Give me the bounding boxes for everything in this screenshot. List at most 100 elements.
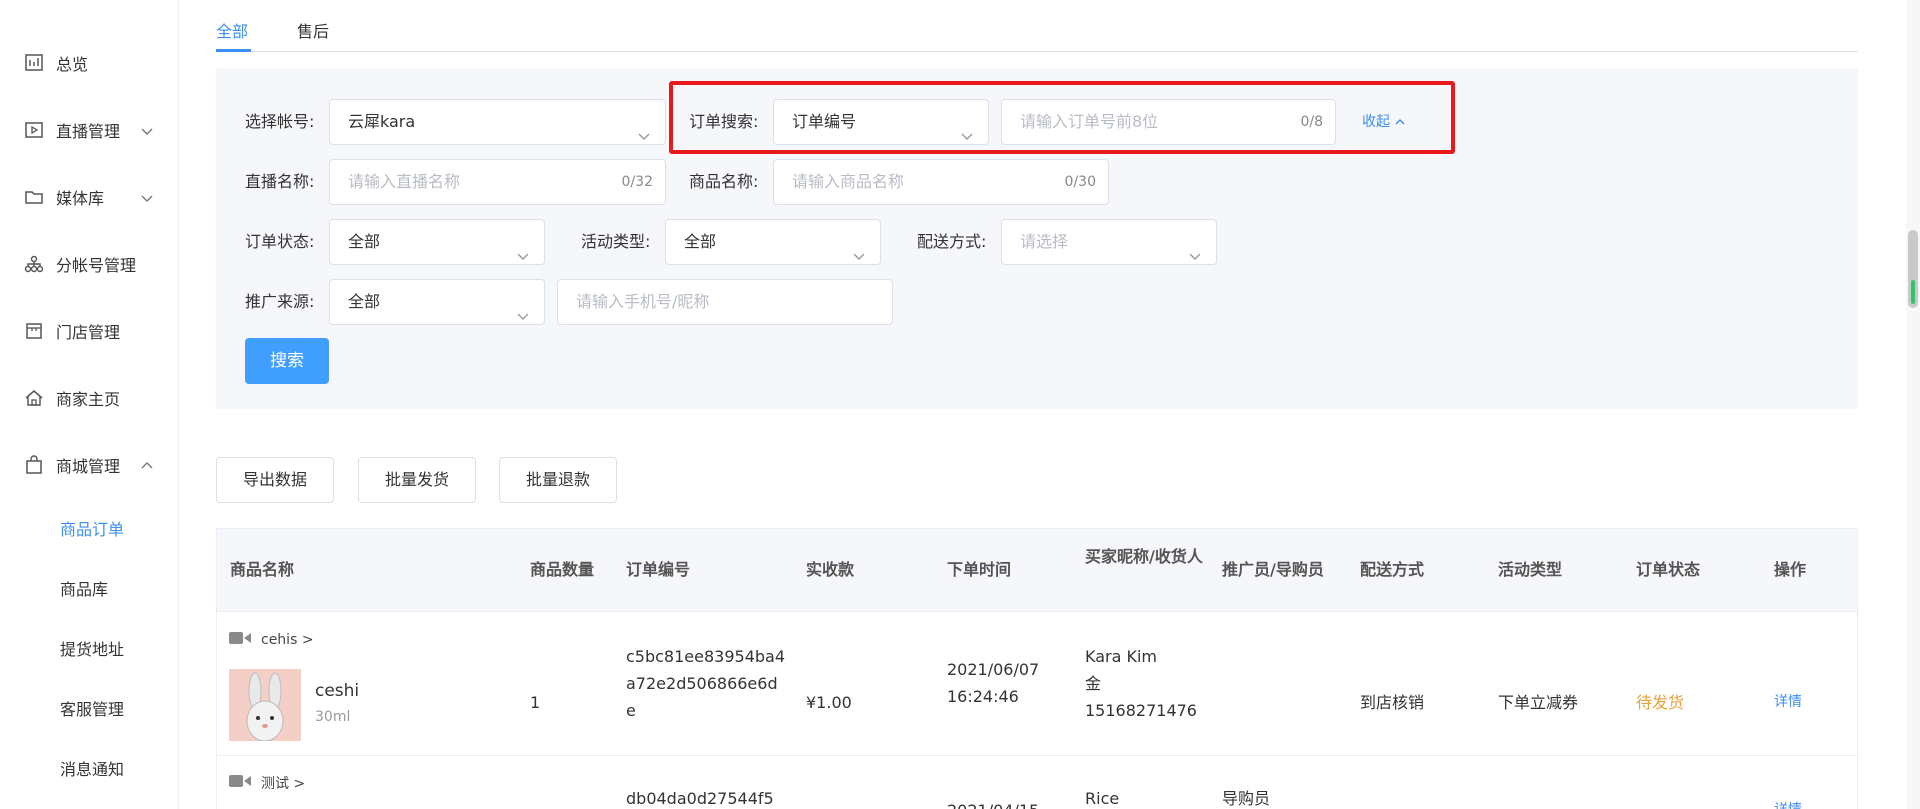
chevron-down-icon bbox=[852, 236, 866, 260]
sidebar-item-label: 商城管理 bbox=[56, 457, 121, 476]
account-select-value: 云犀kara bbox=[348, 112, 416, 131]
product-name-input[interactable]: 请输入商品名称 0/30 bbox=[773, 159, 1109, 205]
delivery-method-select[interactable]: 请选择 bbox=[1001, 219, 1217, 265]
batch-refund-button[interactable]: 批量退款 bbox=[499, 457, 617, 503]
live-session-name: 测试 > bbox=[261, 776, 306, 792]
col-header-amount: 实收款 bbox=[806, 560, 855, 579]
delivery-method-label: 配送方式: bbox=[917, 232, 987, 251]
tab-after-sales[interactable]: 售后 bbox=[297, 18, 329, 42]
sidebar-item-media[interactable]: 媒体库 bbox=[24, 182, 164, 212]
product-name-counter: 0/30 bbox=[1064, 174, 1096, 190]
product-name-placeholder: 请输入商品名称 bbox=[792, 172, 905, 191]
live-session-link[interactable]: 测试 > bbox=[229, 773, 305, 793]
buyer-info: Kara Kim 金 15168271476 bbox=[1085, 643, 1197, 724]
order-time: 2021/06/07 16:24:46 bbox=[947, 656, 1039, 710]
order-id-line: e bbox=[626, 701, 636, 720]
chevron-down-icon bbox=[140, 190, 154, 204]
buyer-phone: 15168271476 bbox=[1085, 701, 1197, 720]
chevron-down-icon bbox=[516, 236, 530, 260]
row-divider bbox=[217, 755, 1857, 756]
sidebar: 总览 直播管理 媒体库 分帐号管理 门店管理 商家主页 商城管理 商品订单 商品… bbox=[0, 0, 179, 809]
promoter: 导购员 bbox=[1222, 789, 1271, 808]
col-header-buyer: 买家昵称/收货人 bbox=[1085, 547, 1203, 566]
col-header-activity: 活动类型 bbox=[1498, 560, 1563, 579]
live-name-counter: 0/32 bbox=[621, 174, 653, 190]
home-icon bbox=[24, 388, 44, 408]
scroll-indicator bbox=[1911, 280, 1915, 304]
export-data-button[interactable]: 导出数据 bbox=[216, 457, 334, 503]
sidebar-item-mall[interactable]: 商城管理 bbox=[24, 450, 164, 480]
order-date: 2021/06/07 bbox=[947, 660, 1040, 679]
col-header-product-name: 商品名称 bbox=[230, 560, 295, 579]
col-header-delivery: 配送方式 bbox=[1360, 560, 1425, 579]
activity-type-select[interactable]: 全部 bbox=[665, 219, 881, 265]
video-camera-icon bbox=[229, 631, 251, 649]
order-id-line: a72e2d506866e6d bbox=[626, 674, 778, 693]
product-thumbnail bbox=[229, 669, 301, 741]
product-name-label: 商品名称: bbox=[689, 172, 759, 191]
sidebar-subitem-customer-service[interactable]: 客服管理 bbox=[60, 698, 124, 722]
order-id-line: c5bc81ee83954ba4 bbox=[626, 647, 786, 666]
store-icon bbox=[24, 321, 44, 341]
sidebar-item-label: 直播管理 bbox=[56, 122, 121, 141]
video-play-icon bbox=[24, 120, 44, 140]
order-status-label: 订单状态: bbox=[245, 232, 315, 251]
batch-ship-button[interactable]: 批量发货 bbox=[358, 457, 476, 503]
order-id: db04da0d27544f5 bbox=[626, 789, 774, 808]
live-name-label: 直播名称: bbox=[245, 172, 315, 191]
video-camera-icon bbox=[229, 774, 251, 792]
col-header-order-time: 下单时间 bbox=[947, 560, 1012, 579]
col-header-actions: 操作 bbox=[1774, 560, 1807, 579]
delivery-method-placeholder: 请选择 bbox=[1020, 232, 1069, 251]
activity-type-value: 全部 bbox=[684, 232, 717, 251]
sidebar-subitem-pickup-address[interactable]: 提货地址 bbox=[60, 638, 124, 662]
sidebar-subitem-notifications[interactable]: 消息通知 bbox=[60, 758, 124, 782]
sidebar-item-label: 总览 bbox=[56, 55, 89, 74]
sidebar-item-label: 门店管理 bbox=[56, 323, 121, 342]
product-quantity: 1 bbox=[530, 693, 541, 712]
account-select[interactable]: 云犀kara bbox=[329, 99, 666, 145]
live-session-name: cehis > bbox=[261, 632, 314, 648]
sidebar-item-sub-accounts[interactable]: 分帐号管理 bbox=[24, 249, 136, 279]
search-button[interactable]: 搜索 bbox=[245, 338, 329, 384]
sidebar-item-label: 分帐号管理 bbox=[56, 256, 137, 275]
phone-nickname-placeholder: 请输入手机号/昵称 bbox=[576, 292, 710, 311]
col-header-quantity: 商品数量 bbox=[530, 560, 595, 579]
chart-icon bbox=[24, 53, 44, 73]
sidebar-item-stores[interactable]: 门店管理 bbox=[24, 316, 120, 346]
col-header-status: 订单状态 bbox=[1636, 560, 1701, 579]
active-tab-indicator bbox=[216, 49, 251, 52]
col-header-promoter: 推广员/导购员 bbox=[1222, 560, 1324, 579]
shopping-bag-icon bbox=[24, 455, 44, 475]
phone-nickname-input[interactable]: 请输入手机号/昵称 bbox=[557, 279, 893, 325]
delivery-method: 到店核销 bbox=[1360, 693, 1425, 712]
highlight-box bbox=[669, 81, 1455, 154]
order-date: 2021/04/15 bbox=[947, 797, 1039, 809]
status-badge: 待发货 bbox=[1636, 693, 1685, 712]
order-tabs: 全部 售后 bbox=[216, 0, 1858, 52]
product-spec: 30ml bbox=[315, 709, 351, 725]
sidebar-subitem-product-library[interactable]: 商品库 bbox=[60, 578, 108, 602]
scrollbar-track[interactable] bbox=[1906, 0, 1920, 809]
sidebar-subitem-product-orders[interactable]: 商品订单 bbox=[60, 518, 124, 542]
org-tree-icon bbox=[24, 254, 44, 274]
tab-all[interactable]: 全部 bbox=[216, 18, 248, 42]
promo-source-select[interactable]: 全部 bbox=[329, 279, 545, 325]
live-session-link[interactable]: cehis > bbox=[229, 631, 314, 649]
promo-source-label: 推广来源: bbox=[245, 292, 315, 311]
sidebar-item-live[interactable]: 直播管理 bbox=[24, 115, 164, 145]
live-name-input[interactable]: 请输入直播名称 0/32 bbox=[329, 159, 666, 205]
sidebar-item-merchant-home[interactable]: 商家主页 bbox=[24, 383, 120, 413]
rabbit-image bbox=[229, 669, 301, 741]
chevron-down-icon bbox=[637, 116, 651, 140]
activity-type: 下单立减券 bbox=[1498, 693, 1579, 712]
activity-type-label: 活动类型: bbox=[581, 232, 651, 251]
details-link[interactable]: 详情 bbox=[1774, 797, 1802, 809]
promo-source-value: 全部 bbox=[348, 292, 381, 311]
sidebar-item-overview[interactable]: 总览 bbox=[24, 48, 88, 78]
order-status-select[interactable]: 全部 bbox=[329, 219, 545, 265]
order-status-value: 全部 bbox=[348, 232, 381, 251]
chevron-down-icon bbox=[516, 296, 530, 320]
buyer-nickname: Rice bbox=[1085, 789, 1120, 808]
details-link[interactable]: 详情 bbox=[1774, 689, 1802, 716]
